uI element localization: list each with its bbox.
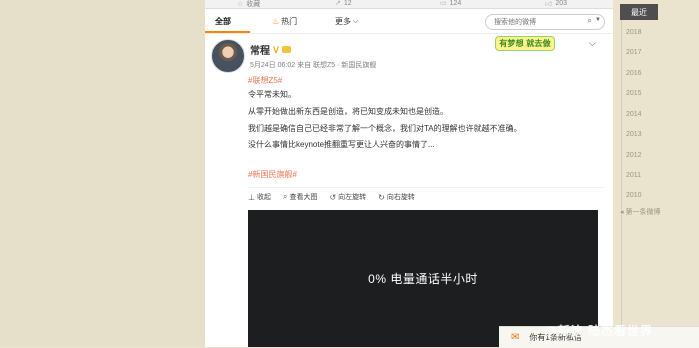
tab-all[interactable]: 全部 [215, 16, 231, 27]
avatar[interactable] [211, 39, 245, 73]
search-input[interactable] [492, 16, 576, 28]
tab-more-label: 更多 [335, 17, 351, 26]
search-icon[interactable]: ⌕ [588, 16, 592, 26]
comment-icon: ▭ [440, 0, 447, 7]
fire-icon: ♨ [272, 17, 280, 26]
favorite-label: 收藏 [246, 1, 261, 8]
sticker-text: 有梦想 就去做 [495, 35, 555, 51]
timeline-year[interactable]: 2010 [626, 192, 642, 199]
rotate-right-button[interactable]: ↻ 向右旋转 [378, 192, 415, 202]
rotate-left-button[interactable]: ↺ 向左旋转 [329, 192, 366, 202]
arrow-left-icon: ◂ [620, 209, 624, 216]
post-line-3: 我们越是确信自己已经非常了解一个概念，我们对TA的理解也许就越不准确。 [248, 124, 522, 133]
topic-tag-lenovo-z5[interactable]: #联想Z5# [248, 75, 282, 86]
left-background [0, 0, 205, 347]
tab-hot-label: 热门 [281, 17, 298, 26]
user-name[interactable]: 常程 [250, 42, 270, 57]
timeline-year[interactable]: 2014 [626, 111, 642, 118]
timeline-year[interactable]: 2017 [626, 49, 642, 56]
rotate-right-label: 向右旋转 [386, 194, 415, 201]
share-stat[interactable]: ↗ 12 [335, 0, 352, 7]
view-large-label: 查看大图 [289, 194, 318, 201]
divider [248, 187, 604, 188]
verified-icon: V [273, 44, 280, 55]
comment-count: 124 [449, 0, 462, 7]
timeline-axis [621, 20, 622, 340]
stats-bar: ☆ 收藏 ↗ 12 ▭ 124 👍︎ 203 [205, 0, 613, 9]
topic-tag-new-flagship[interactable]: #新国民旗舰# [248, 169, 297, 180]
timeline-year[interactable]: 2016 [626, 70, 642, 77]
post-line-2: 从零开始做出新东西是创造，将已知变成未知也是创造。 [248, 107, 448, 116]
feed-tabs: 全部 ♨ 热门 更多 ⌵ ⌕ ▼ [205, 9, 613, 34]
share-count: 12 [343, 0, 352, 7]
rotate-right-icon: ↻ [378, 192, 385, 202]
search-box: ⌕ ▼ [485, 14, 605, 30]
search-dropdown-icon[interactable]: ▼ [595, 17, 601, 23]
collapse-button[interactable]: ⊥ 收起 [248, 192, 271, 202]
view-large-button[interactable]: ⌕ 查看大图 [283, 192, 317, 202]
like-count: 203 [555, 0, 568, 7]
timeline-year[interactable]: 2012 [626, 152, 642, 159]
timeline-current[interactable]: 最近 [620, 4, 658, 20]
timeline-year[interactable]: 2013 [626, 131, 642, 138]
sticker-badge: 有梦想 就去做 [475, 35, 575, 51]
zoom-icon: ⌕ [282, 192, 288, 201]
like-stat[interactable]: 👍︎ 203 [545, 0, 567, 8]
rotate-left-label: 向左旋转 [338, 194, 367, 201]
collapse-label: 收起 [256, 194, 271, 201]
watermark: @新浪 陆杰看世界 [545, 324, 654, 338]
timeline-year[interactable]: 2018 [626, 29, 642, 36]
year-timeline: 最近 2018 2017 2016 2015 2014 2013 2012 20… [620, 4, 699, 347]
post-line-1: 令平常未知。 [248, 90, 296, 99]
like-icon: 👍︎ [545, 1, 553, 8]
favorite-stat[interactable]: ☆ 收藏 [237, 0, 260, 9]
post-menu-chevron-icon[interactable]: ⌵ [589, 38, 596, 49]
comment-stat[interactable]: ▭ 124 [440, 0, 461, 7]
media-caption: 0% 电量通话半小时 [368, 272, 478, 286]
feed-panel: 全部 ♨ 热门 更多 ⌵ ⌕ ▼ 常程 V 5月24日 06:02 来自 联想Z… [205, 9, 613, 347]
timeline-year[interactable]: 2011 [626, 172, 641, 179]
first-post-label: 第一条微博 [625, 209, 661, 216]
share-icon: ↗ [335, 0, 341, 7]
rotate-left-icon: ↺ [329, 192, 337, 202]
post-line-4: 没什么事情比keynote推翻重写更让人兴奋的事情了... [248, 140, 435, 149]
image-actions: ⊥ 收起 ⌕ 查看大图 ↺ 向左旋转 ↻ 向右旋转 [248, 192, 415, 202]
member-icon [282, 46, 292, 53]
user-name-row: 常程 V [250, 42, 292, 57]
timeline-year[interactable]: 2015 [626, 90, 642, 97]
star-icon: ☆ [237, 1, 244, 8]
first-post-link[interactable]: ◂ 第一条微博 [620, 207, 661, 217]
tab-hot[interactable]: ♨ 热门 [272, 16, 297, 27]
post-meta: 5月24日 06:02 来自 联想Z5 · 新国民旗舰 [250, 62, 377, 69]
tab-more[interactable]: 更多 ⌵ [335, 16, 358, 27]
envelope-icon: ✉ [511, 332, 520, 343]
active-tab-underline [205, 31, 250, 33]
tab-all-label: 全部 [215, 17, 231, 26]
collapse-icon: ⊥ [248, 192, 255, 202]
chevron-down-icon: ⌵ [353, 17, 359, 25]
